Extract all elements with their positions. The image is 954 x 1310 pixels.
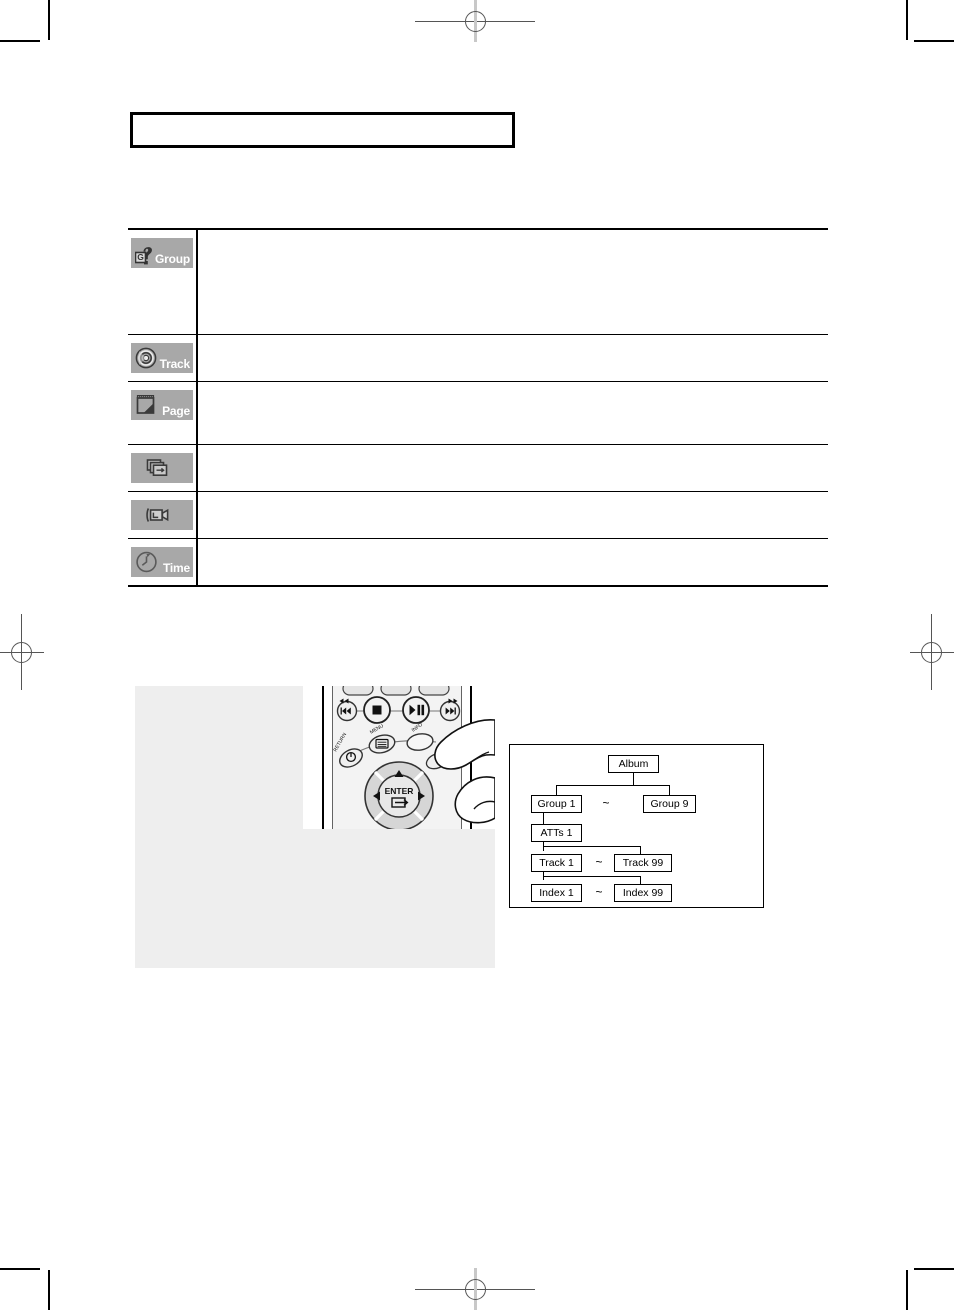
legend-row-page: Page <box>128 382 828 444</box>
track-icon-label: Track <box>159 357 191 371</box>
time-icon-glyph <box>135 550 159 574</box>
legend-icon-cell-track: Track <box>128 335 196 381</box>
registration-mark-top <box>415 0 535 42</box>
diagram-connector-group1-atts <box>543 813 544 824</box>
diagram-node-track1: Track 1 <box>531 854 582 872</box>
legend-icon-cell-group: G Group <box>128 230 196 276</box>
diagram-node-track99: Track 99 <box>614 854 672 872</box>
crop-mark-bottom-left-vertical <box>48 1270 50 1310</box>
legend-icon-cell-time: Time <box>128 539 196 585</box>
legend-icon-cell-layers <box>128 445 196 491</box>
page-title-box <box>130 112 515 148</box>
hierarchy-diagram: Album Group 1 ~ Group 9 ATTs 1 Track 1 ~… <box>509 744 764 908</box>
legend-description-time <box>198 539 828 559</box>
illustration-panel: RETURN MENU INFO TITLE <box>135 686 495 968</box>
crop-mark-top-left-vertical <box>48 0 50 40</box>
legend-icon-cell-page: Page <box>128 382 196 428</box>
diagram-node-atts1: ATTs 1 <box>531 824 582 842</box>
diagram-connector-index-bracket <box>543 876 641 877</box>
page-title <box>133 115 512 129</box>
diagram-node-group1: Group 1 <box>531 795 582 813</box>
svg-text:G: G <box>137 252 144 262</box>
registration-mark-left <box>0 614 44 690</box>
track-icon: Track <box>131 343 193 373</box>
legend-description-camera <box>198 492 828 512</box>
time-icon: Time <box>131 547 193 577</box>
diagram-separator-index: ~ <box>595 885 603 899</box>
crop-mark-top-right-horizontal <box>914 40 954 42</box>
diagram-node-group9: Group 9 <box>643 795 696 813</box>
remote-control-illustration: RETURN MENU INFO TITLE <box>303 686 495 829</box>
diagram-connector-group-bracket <box>556 785 670 786</box>
page-icon-glyph <box>135 393 159 417</box>
layers-icon-glyph <box>146 456 170 480</box>
layers-icon <box>131 453 193 483</box>
diagram-connector-album-down <box>633 773 634 785</box>
diagram-node-index1: Index 1 <box>531 884 582 902</box>
icon-legend-table: G Group Track Page Time <box>128 228 828 587</box>
legend-row-camera <box>128 492 828 538</box>
diagram-node-album: Album <box>608 755 659 773</box>
legend-row-time: Time <box>128 539 828 585</box>
page-icon: Page <box>131 390 193 420</box>
registration-mark-right <box>910 614 954 690</box>
diagram-connector-group9-down <box>669 785 670 795</box>
legend-row-track: Track <box>128 335 828 381</box>
registration-mark-bottom <box>415 1268 535 1310</box>
diagram-connector-track99-down <box>640 846 641 854</box>
legend-row-group: G Group <box>128 230 828 334</box>
page-canvas: G Group Track Page Time RETURN MENU INFO… <box>0 0 954 1310</box>
legend-row-layers <box>128 445 828 491</box>
diagram-node-index99: Index 99 <box>614 884 672 902</box>
diagram-connector-track-bracket <box>543 846 641 847</box>
legend-rule-bottom <box>128 585 828 587</box>
legend-icon-cell-camera <box>128 492 196 538</box>
group-icon: G Group <box>131 238 193 268</box>
page-icon-label: Page <box>162 404 190 418</box>
svg-text:ENTER: ENTER <box>385 786 414 796</box>
diagram-connector-index99-down <box>640 876 641 884</box>
legend-description-page <box>198 382 828 402</box>
camera-icon <box>131 500 193 530</box>
crop-mark-bottom-right-horizontal <box>914 1268 954 1270</box>
group-icon-label: Group <box>155 252 190 266</box>
legend-description-layers <box>198 445 828 465</box>
diagram-separator-group: ~ <box>602 796 610 810</box>
legend-description-group <box>198 230 828 250</box>
camera-icon-glyph <box>146 503 170 527</box>
diagram-separator-track: ~ <box>595 855 603 869</box>
track-icon-glyph <box>135 346 159 370</box>
legend-description-track <box>198 335 828 355</box>
time-icon-label: Time <box>163 561 190 575</box>
crop-mark-top-right-vertical <box>906 0 908 40</box>
crop-mark-bottom-right-vertical <box>906 1270 908 1310</box>
crop-mark-bottom-left-horizontal <box>0 1268 40 1270</box>
diagram-connector-group1-down <box>556 785 557 795</box>
crop-mark-top-left-horizontal <box>0 40 40 42</box>
